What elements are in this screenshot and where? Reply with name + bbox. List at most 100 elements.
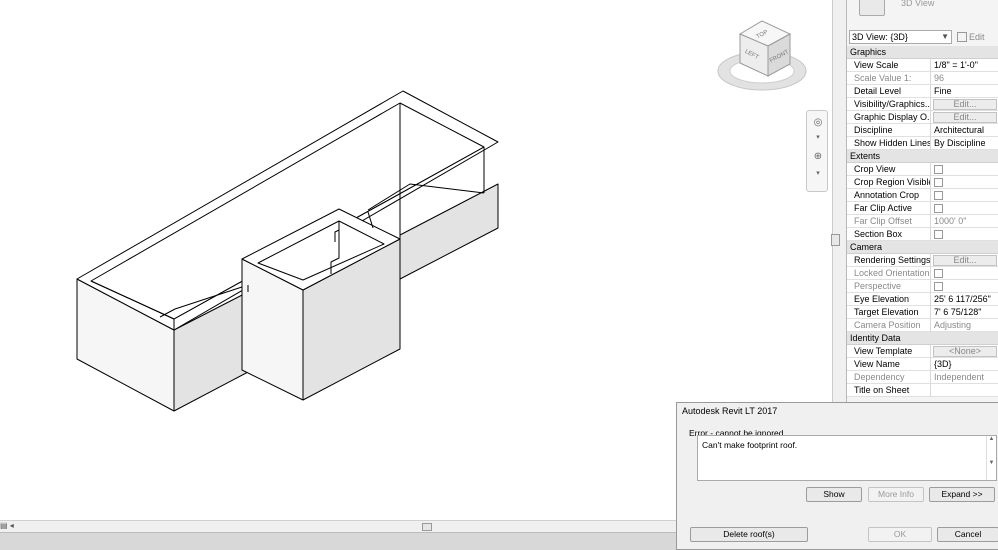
property-value[interactable]: Architectural [932, 124, 998, 137]
dialog-title: Autodesk Revit LT 2017 [682, 406, 778, 416]
show-button[interactable]: Show [806, 487, 862, 502]
property-value[interactable]: 96 [932, 72, 998, 85]
error-message: Can't make footprint roof. [702, 440, 798, 450]
property-label: Annotation Crop [847, 189, 931, 202]
property-label: View Scale [847, 59, 931, 72]
view-control-icons[interactable]: ▤ ◂ [0, 521, 14, 530]
property-checkbox[interactable] [934, 165, 943, 174]
property-label: Crop Region Visible [847, 176, 931, 189]
property-label: Far Clip Active [847, 202, 931, 215]
properties-panel: 3D View 3D View: {3D} ▼ Edit Type Graphi… [846, 0, 998, 420]
property-edit-button[interactable]: Edit... [933, 112, 997, 123]
property-edit-button[interactable]: Edit... [933, 255, 997, 266]
viewcube[interactable]: TOP LEFT FRONT [712, 16, 812, 96]
property-label: Camera Position [847, 319, 931, 332]
status-bar [0, 532, 676, 550]
delete-roofs-button[interactable]: Delete roof(s) [690, 527, 808, 542]
property-value[interactable]: 1/8" = 1'-0" [932, 59, 998, 72]
property-row[interactable]: Perspective [847, 280, 998, 293]
property-row[interactable]: Title on Sheet [847, 384, 998, 397]
ok-button[interactable]: OK [868, 527, 932, 542]
chevron-down-icon: ▼ [941, 32, 949, 41]
cancel-button[interactable]: Cancel [937, 527, 998, 542]
property-label: Discipline [847, 124, 931, 137]
property-value[interactable]: 25' 6 117/256" [932, 293, 998, 306]
steering-wheel-icon[interactable]: ◎ [810, 117, 826, 128]
property-checkbox[interactable] [934, 230, 943, 239]
edit-type-button[interactable]: Edit Type [955, 29, 998, 58]
property-value[interactable]: 1000' 0" [932, 215, 998, 228]
property-checkbox[interactable] [934, 282, 943, 291]
property-value[interactable]: Adjusting [932, 319, 998, 332]
scrollbar-thumb[interactable] [422, 523, 432, 531]
expand-button[interactable]: Expand >> [929, 487, 995, 502]
properties-grid: Graphics View Scale 1/8" = 1'-0" Scale Valu… [847, 46, 998, 397]
section-header[interactable]: Camera [847, 241, 998, 254]
property-label: Locked Orientation [847, 267, 931, 280]
property-row[interactable]: Annotation Crop [847, 189, 998, 202]
section-header[interactable]: Identity Data [847, 332, 998, 345]
property-label: Show Hidden Lines [847, 137, 931, 150]
property-row[interactable]: Detail Level Fine [847, 85, 998, 98]
property-value[interactable] [932, 384, 998, 397]
message-scrollbar[interactable]: ▲ ▼ [986, 436, 996, 480]
property-checkbox[interactable] [934, 204, 943, 213]
property-row[interactable]: Graphic Display O... Edit... [847, 111, 998, 124]
property-label: Section Box [847, 228, 931, 241]
property-row[interactable]: Visibility/Graphics... Edit... [847, 98, 998, 111]
property-checkbox[interactable] [934, 269, 943, 278]
chevron-down-icon[interactable]: ▾ [810, 133, 826, 141]
property-checkbox[interactable] [934, 178, 943, 187]
splitter-grip[interactable] [831, 234, 840, 246]
property-checkbox[interactable] [934, 191, 943, 200]
property-row[interactable]: Far Clip Offset 1000' 0" [847, 215, 998, 228]
property-value[interactable]: {3D} [932, 358, 998, 371]
property-row[interactable]: Rendering Settings Edit... [847, 254, 998, 267]
navigation-bar: ◎ ▾ ⊕ ▾ [806, 110, 828, 192]
horizontal-scrollbar[interactable] [0, 520, 676, 532]
property-row[interactable]: Eye Elevation 25' 6 117/256" [847, 293, 998, 306]
property-label: Title on Sheet [847, 384, 931, 397]
property-label: Graphic Display O... [847, 111, 931, 124]
property-edit-button[interactable]: Edit... [933, 99, 997, 110]
3d-view-type-icon [859, 0, 885, 16]
property-row[interactable]: Far Clip Active [847, 202, 998, 215]
property-row[interactable]: Scale Value 1: 96 [847, 72, 998, 85]
property-label: Perspective [847, 280, 931, 293]
property-value[interactable]: By Discipline [932, 137, 998, 150]
property-row[interactable]: Crop Region Visible [847, 176, 998, 189]
property-label: Detail Level [847, 85, 931, 98]
property-row[interactable]: Discipline Architectural [847, 124, 998, 137]
property-value[interactable]: 7' 6 75/128" [932, 306, 998, 319]
property-label: Eye Elevation [847, 293, 931, 306]
section-header[interactable]: Extents [847, 150, 998, 163]
view-selector-dropdown[interactable]: 3D View: {3D} ▼ [849, 30, 952, 44]
property-row[interactable]: Section Box [847, 228, 998, 241]
type-name: 3D View [901, 0, 935, 8]
property-value[interactable]: Fine [932, 85, 998, 98]
property-row[interactable]: View Template <None> [847, 345, 998, 358]
property-label: Visibility/Graphics... [847, 98, 931, 111]
zoom-region-icon[interactable]: ⊕ [810, 151, 826, 162]
property-row[interactable]: Target Elevation 7' 6 75/128" [847, 306, 998, 319]
wall-back-right-face [399, 183, 499, 280]
property-label: Rendering Settings [847, 254, 931, 267]
property-row[interactable]: Show Hidden Lines By Discipline [847, 137, 998, 150]
property-label: Far Clip Offset [847, 215, 931, 228]
property-row[interactable]: View Name {3D} [847, 358, 998, 371]
more-info-button[interactable]: More Info [868, 487, 924, 502]
section-header[interactable]: Graphics [847, 46, 998, 59]
property-row[interactable]: Dependency Independent [847, 371, 998, 384]
chevron-down-icon[interactable]: ▾ [810, 169, 826, 177]
error-dialog: Autodesk Revit LT 2017 Error - cannot be… [676, 402, 998, 550]
error-message-box[interactable]: Can't make footprint roof. ▲ ▼ [697, 435, 997, 481]
property-value[interactable]: Independent [932, 371, 998, 384]
property-row[interactable]: Camera Position Adjusting [847, 319, 998, 332]
property-label: Scale Value 1: [847, 72, 931, 85]
property-row[interactable]: Crop View [847, 163, 998, 176]
property-edit-button[interactable]: <None> [933, 346, 997, 357]
property-row[interactable]: View Scale 1/8" = 1'-0" [847, 59, 998, 72]
property-label: Dependency [847, 371, 931, 384]
property-row[interactable]: Locked Orientation [847, 267, 998, 280]
property-label: View Name [847, 358, 931, 371]
